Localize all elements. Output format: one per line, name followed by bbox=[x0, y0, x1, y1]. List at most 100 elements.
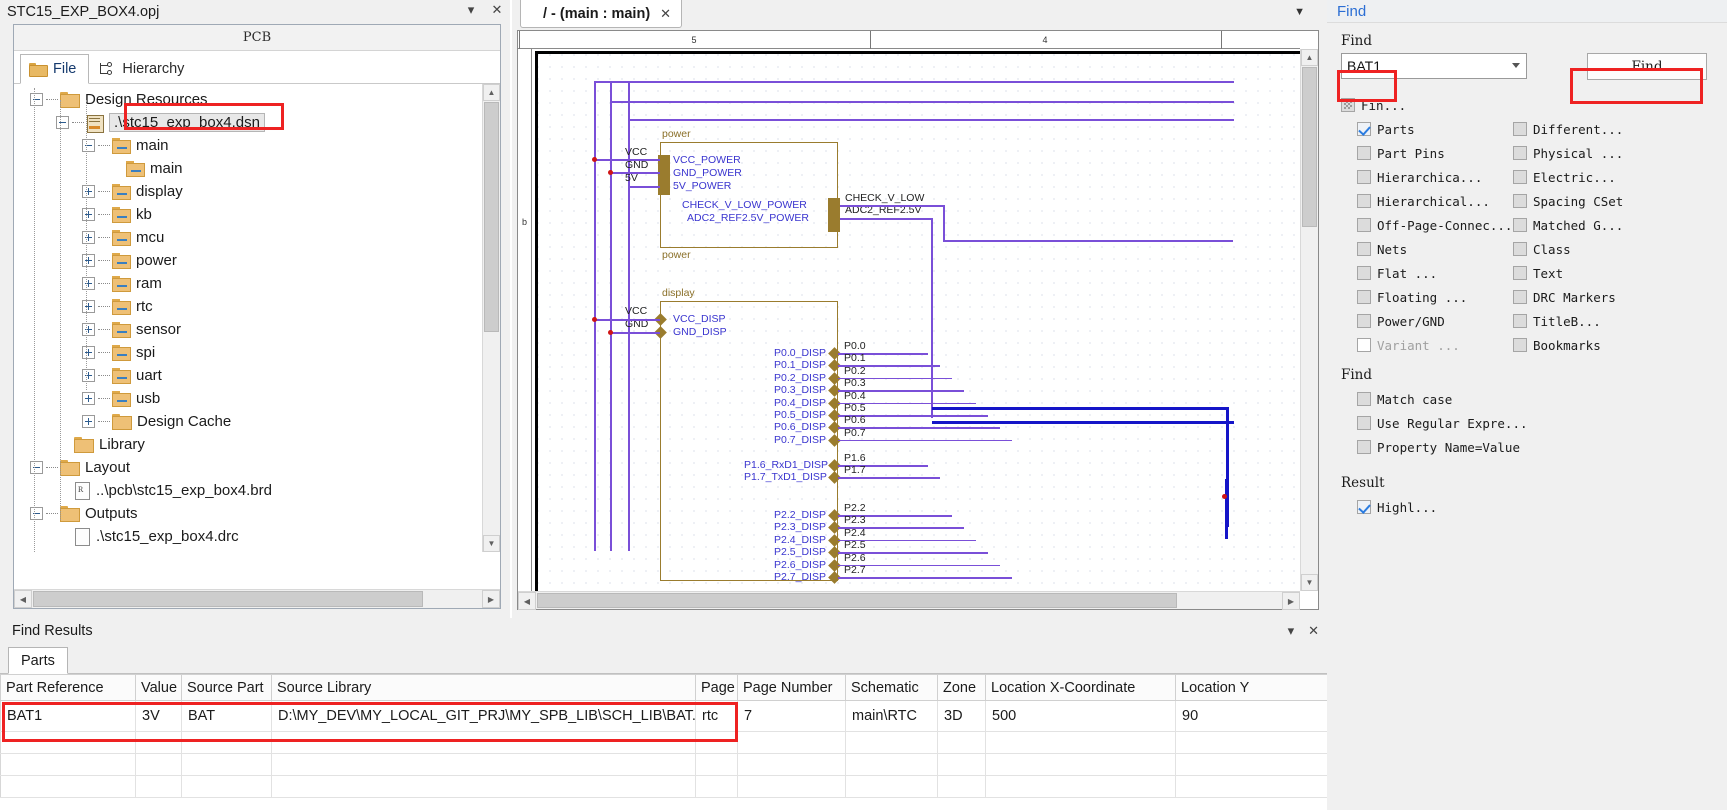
chevron-down-icon[interactable]: ▾ bbox=[464, 2, 478, 18]
scope-option-titleb[interactable]: TitleB... bbox=[1513, 309, 1703, 333]
expand-icon[interactable] bbox=[82, 254, 95, 267]
column-header-value[interactable]: Value bbox=[136, 675, 182, 701]
checkbox[interactable] bbox=[1513, 290, 1527, 304]
expand-icon[interactable] bbox=[82, 392, 95, 405]
tree-item-mcu[interactable]: mcu bbox=[30, 226, 482, 249]
scope-option-drc-markers[interactable]: DRC Markers bbox=[1513, 285, 1703, 309]
checkbox[interactable] bbox=[1513, 242, 1527, 256]
tree-horizontal-scrollbar[interactable]: ◀ ▶ bbox=[14, 589, 500, 608]
checkbox[interactable] bbox=[1513, 266, 1527, 280]
collapse-icon[interactable] bbox=[30, 507, 43, 520]
design-tree-scrollarea[interactable]: Design Resources.\stc15_exp_box4.dsnmain… bbox=[14, 84, 500, 552]
expand-icon[interactable] bbox=[82, 208, 95, 221]
tree-item-usb[interactable]: usb bbox=[30, 387, 482, 410]
find-option-property-name-value[interactable]: Property Name=Value bbox=[1357, 435, 1727, 459]
expand-icon[interactable] bbox=[82, 369, 95, 382]
checkbox[interactable] bbox=[1341, 98, 1355, 112]
checkbox[interactable] bbox=[1357, 170, 1371, 184]
scope-option-class[interactable]: Class bbox=[1513, 237, 1703, 261]
scroll-down-arrow[interactable]: ▼ bbox=[483, 535, 500, 552]
checkbox[interactable] bbox=[1357, 146, 1371, 160]
column-header-location-x-coordinate[interactable]: Location X-Coordinate bbox=[986, 675, 1176, 701]
checkbox[interactable] bbox=[1357, 500, 1371, 514]
expand-icon[interactable] bbox=[82, 346, 95, 359]
table-row-empty[interactable] bbox=[1, 754, 1328, 776]
scroll-up-arrow[interactable]: ▲ bbox=[483, 84, 500, 101]
scope-option-physical[interactable]: Physical ... bbox=[1513, 141, 1703, 165]
scope-option-electric[interactable]: Electric... bbox=[1513, 165, 1703, 189]
scroll-right-arrow[interactable]: ▶ bbox=[1282, 592, 1300, 610]
checkbox[interactable] bbox=[1513, 170, 1527, 184]
tab-parts[interactable]: Parts bbox=[8, 647, 68, 674]
chevron-down-icon[interactable] bbox=[1512, 63, 1520, 68]
scope-option-hierarchical[interactable]: Hierarchical... bbox=[1357, 189, 1513, 213]
column-header-page[interactable]: Page bbox=[696, 675, 738, 701]
collapse-icon[interactable] bbox=[30, 461, 43, 474]
chevron-down-icon[interactable]: ▾ bbox=[1288, 623, 1295, 639]
expand-icon[interactable] bbox=[82, 323, 95, 336]
table-row-empty[interactable] bbox=[1, 732, 1328, 754]
scope-option-part-pins[interactable]: Part Pins bbox=[1357, 141, 1513, 165]
tree-item-pcb-stc15-exp-box4-brd[interactable]: R..\pcb\stc15_exp_box4.brd bbox=[30, 479, 482, 502]
checkbox[interactable] bbox=[1357, 416, 1371, 430]
expand-icon[interactable] bbox=[82, 300, 95, 313]
document-tab-main[interactable]: / - (main : main) ✕ bbox=[520, 0, 682, 28]
checkbox[interactable] bbox=[1513, 122, 1527, 136]
tree-h-scroll-thumb[interactable] bbox=[33, 591, 423, 607]
close-icon[interactable]: ✕ bbox=[1308, 623, 1319, 639]
scope-option-parts[interactable]: Parts bbox=[1357, 117, 1513, 141]
scroll-right-arrow[interactable]: ▶ bbox=[482, 590, 500, 608]
scroll-left-arrow[interactable]: ◀ bbox=[518, 592, 536, 610]
column-header-zone[interactable]: Zone bbox=[938, 675, 986, 701]
tree-item-outputs[interactable]: Outputs bbox=[30, 502, 482, 525]
tree-item-uart[interactable]: uart bbox=[30, 364, 482, 387]
scope-option-different[interactable]: Different... bbox=[1513, 117, 1703, 141]
collapse-icon[interactable] bbox=[56, 116, 69, 129]
expand-icon[interactable] bbox=[82, 185, 95, 198]
column-header-location-y[interactable]: Location Y bbox=[1176, 675, 1328, 701]
tree-item-kb[interactable]: kb bbox=[30, 203, 482, 226]
tab-hierarchy[interactable]: Hierarchy bbox=[89, 53, 197, 83]
tab-file[interactable]: File bbox=[20, 54, 89, 84]
scope-option-bookmarks[interactable]: Bookmarks bbox=[1513, 333, 1703, 357]
tree-item-stc15-exp-box4-dsn[interactable]: .\stc15_exp_box4.dsn bbox=[30, 111, 482, 134]
scope-option-power-gnd[interactable]: Power/GND bbox=[1357, 309, 1513, 333]
scope-option-nets[interactable]: Nets bbox=[1357, 237, 1513, 261]
checkbox[interactable] bbox=[1357, 440, 1371, 454]
tree-item-main[interactable]: main bbox=[30, 157, 482, 180]
find-option-use-regular-expre[interactable]: Use Regular Expre... bbox=[1357, 411, 1727, 435]
checkbox[interactable] bbox=[1357, 218, 1371, 232]
tree-item-display[interactable]: display bbox=[30, 180, 482, 203]
schematic-sheet[interactable]: power power VCC_POWER GND_POWER 5V_POWER… bbox=[532, 49, 1300, 591]
checkbox[interactable] bbox=[1513, 338, 1527, 352]
find-option-match-case[interactable]: Match case bbox=[1357, 387, 1727, 411]
tree-item-layout[interactable]: Layout bbox=[30, 456, 482, 479]
scope-option-hierarchica[interactable]: Hierarchica... bbox=[1357, 165, 1513, 189]
tree-item-spi[interactable]: spi bbox=[30, 341, 482, 364]
checkbox[interactable] bbox=[1513, 218, 1527, 232]
find-search-combobox[interactable]: BAT1 bbox=[1341, 53, 1527, 79]
scope-option-floating[interactable]: Floating ... bbox=[1357, 285, 1513, 309]
column-header-part-reference[interactable]: Part Reference bbox=[1, 675, 136, 701]
tree-item-sensor[interactable]: sensor bbox=[30, 318, 482, 341]
tree-v-scroll-thumb[interactable] bbox=[484, 102, 499, 332]
tree-vertical-scrollbar[interactable]: ▲ ▼ bbox=[482, 84, 500, 552]
column-header-schematic[interactable]: Schematic bbox=[846, 675, 938, 701]
tree-item-rtc[interactable]: rtc bbox=[30, 295, 482, 318]
result-option-highl[interactable]: Highl... bbox=[1357, 495, 1727, 519]
tree-item-main[interactable]: main bbox=[30, 134, 482, 157]
scope-group-checkbox-row[interactable]: Fin... bbox=[1341, 93, 1727, 117]
tree-item-design-resources[interactable]: Design Resources bbox=[30, 88, 482, 111]
table-row[interactable]: BAT13VBATD:\MY_DEV\MY_LOCAL_GIT_PRJ\MY_S… bbox=[1, 701, 1328, 732]
checkbox[interactable] bbox=[1357, 392, 1371, 406]
canvas-horizontal-scrollbar[interactable]: ◀ ▶ bbox=[518, 591, 1300, 609]
chevron-down-icon[interactable]: ▼ bbox=[1294, 6, 1305, 18]
checkbox[interactable] bbox=[1513, 314, 1527, 328]
scope-option-off-page-connec[interactable]: Off-Page-Connec... bbox=[1357, 213, 1513, 237]
checkbox[interactable] bbox=[1357, 290, 1371, 304]
scope-option-variant[interactable]: Variant ... bbox=[1357, 333, 1513, 357]
expand-icon[interactable] bbox=[82, 277, 95, 290]
close-icon[interactable]: ✕ bbox=[660, 6, 671, 22]
scroll-up-arrow[interactable]: ▲ bbox=[1301, 49, 1318, 66]
checkbox[interactable] bbox=[1357, 314, 1371, 328]
